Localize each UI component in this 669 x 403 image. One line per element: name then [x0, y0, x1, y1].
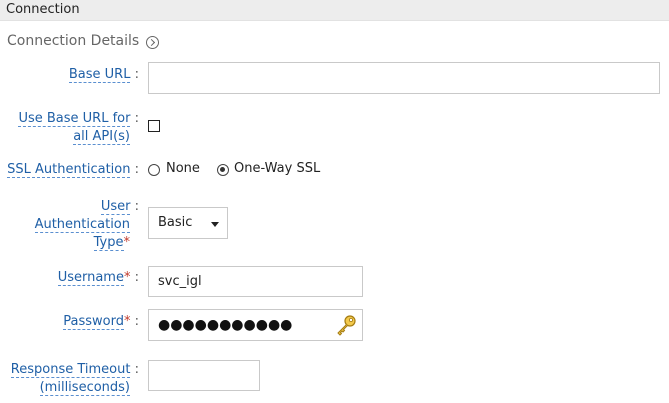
- chevron-right-circle-icon[interactable]: [146, 35, 160, 49]
- panel-title: Connection: [6, 2, 80, 17]
- required-marker: *: [123, 270, 131, 285]
- password-colon: :: [134, 314, 139, 329]
- section-header[interactable]: Connection Details: [7, 33, 160, 49]
- username-input[interactable]: svc_igl: [148, 266, 363, 297]
- auth-type-colon: :: [134, 199, 139, 214]
- auth-type-select[interactable]: Basic: [148, 207, 228, 239]
- auth-type-value: Basic: [158, 215, 193, 230]
- password-masked-value: ●●●●●●●●●●●: [158, 317, 293, 333]
- section-title: Connection Details: [7, 33, 140, 49]
- ssl-label-cell: SSL Authentication :: [0, 161, 139, 179]
- caret-down-icon: [211, 222, 219, 227]
- ssl-one-way-radio[interactable]: [217, 164, 229, 176]
- base-url-input[interactable]: [148, 62, 660, 94]
- timeout-colon: :: [134, 362, 139, 377]
- ssl-one-way-label[interactable]: One-Way SSL: [234, 161, 320, 176]
- auth-type-label-line1: User: [100, 199, 131, 215]
- use-base-url-checkbox[interactable]: [148, 120, 160, 132]
- timeout-input[interactable]: [148, 360, 260, 391]
- base-url-colon: :: [134, 67, 139, 82]
- password-label: Password: [63, 314, 124, 330]
- username-colon: :: [134, 270, 139, 285]
- username-value: svc_igl: [158, 274, 202, 289]
- use-base-url-label-line1: Use Base URL for: [18, 111, 131, 127]
- required-marker: *: [123, 235, 131, 250]
- password-input[interactable]: ●●●●●●●●●●●: [148, 309, 363, 341]
- timeout-label-cell: Response Timeout : (milliseconds): [0, 361, 139, 397]
- panel-header: Connection: [0, 0, 669, 21]
- use-base-url-label-cell: Use Base URL for : all API(s): [0, 110, 139, 146]
- auth-type-label-cell: User : Authentication Type*: [0, 198, 139, 252]
- ssl-label: SSL Authentication: [7, 162, 131, 178]
- base-url-label: Base URL: [68, 67, 131, 83]
- timeout-label-line2: (milliseconds): [39, 380, 130, 396]
- username-label: Username: [57, 270, 124, 286]
- username-label-cell: Username* :: [0, 269, 139, 287]
- auth-type-label-line3: Type: [93, 235, 124, 251]
- key-icon[interactable]: [334, 313, 358, 337]
- auth-type-label-line2: Authentication: [34, 217, 130, 233]
- base-url-label-cell: Base URL :: [0, 66, 139, 84]
- use-base-url-label-line2: all API(s): [73, 129, 130, 145]
- use-base-url-colon: :: [134, 111, 139, 126]
- required-marker: *: [123, 314, 131, 329]
- ssl-none-label[interactable]: None: [166, 161, 200, 176]
- password-label-cell: Password* :: [0, 313, 139, 331]
- timeout-label-line1: Response Timeout: [10, 362, 131, 378]
- ssl-colon: :: [134, 162, 139, 177]
- ssl-none-radio[interactable]: [148, 164, 160, 176]
